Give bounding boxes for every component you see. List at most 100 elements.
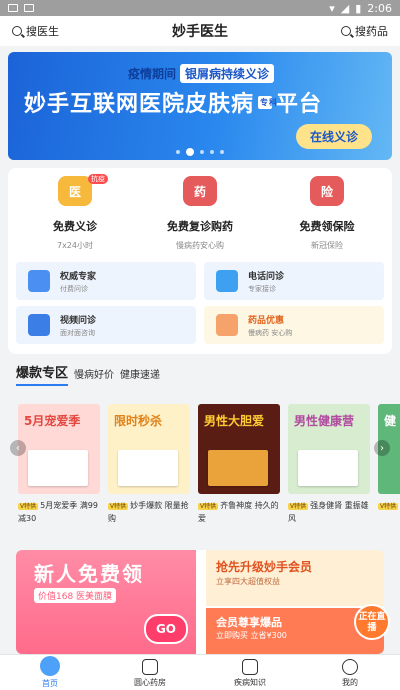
banner-pre: 疫情期间 (128, 67, 177, 81)
product-card[interactable]: 男性健康营 V特供 强身健肾 重振雄风 (288, 404, 370, 524)
product-image: 5月宠爱季 (18, 404, 100, 494)
search-medicine-button[interactable]: 搜药品 (341, 23, 388, 39)
product-card[interactable]: 健 V特供好价 (378, 404, 400, 524)
product-label: V特供 (288, 503, 309, 510)
product-image: 男性大胆爱 (198, 404, 280, 494)
product-caption: V特供好价 (378, 500, 400, 524)
product-label: V特供 (108, 503, 129, 510)
product-box (208, 450, 268, 486)
tile-video[interactable]: 视频问诊 面对面咨询 (16, 306, 196, 344)
product-card[interactable]: 5月宠爱季 V特供 5月宠爱季 满99减30 (18, 404, 100, 524)
service-free-consult[interactable]: 医 抗疫 免费义诊 7x24小时 (20, 174, 130, 251)
tab-label: 首页 (42, 679, 58, 688)
product-box (298, 450, 358, 486)
tab-label: 圆心药房 (134, 678, 166, 687)
search-icon (341, 26, 351, 36)
wifi-icon: ▾ (329, 1, 335, 15)
tile-sub: 慢病药 安心购 (248, 328, 293, 337)
doctor-icon (28, 270, 50, 292)
printer-icon (8, 4, 18, 12)
product-label: V特供 (378, 503, 399, 510)
banner-subtitle: 疫情期间 银屑病持续义诊 (128, 64, 275, 83)
product-label: V特供 (18, 503, 39, 510)
service-name: 免费复诊购药 (167, 220, 233, 233)
tab-health-news[interactable]: 健康速递 (120, 366, 160, 386)
tile-sub: 专家接诊 (248, 284, 276, 293)
product-box (118, 450, 178, 486)
product-image-text: 健 (384, 414, 397, 428)
carousel-dot[interactable] (176, 150, 180, 154)
tile-sub: 面对面咨询 (60, 328, 95, 337)
search-medicine-label: 搜药品 (355, 25, 388, 38)
product-caption: V特供 妙手爆款 限量抢购 (108, 500, 190, 524)
promo-price: 价值168 医美面膜 (34, 588, 117, 603)
tab-home[interactable]: 首页 (0, 655, 100, 690)
service-free-revisit[interactable]: 药 免费复诊购药 慢病药安心购 (145, 176, 255, 251)
promo-title: 新人免费领 (34, 562, 144, 586)
banner-suffix: 平台 (276, 92, 323, 117)
tab-profile[interactable]: 我的 (300, 655, 400, 690)
promo-title: 抢先升级妙手会员 (216, 560, 313, 574)
product-box (28, 450, 88, 486)
battery-icon: ▮ (355, 1, 362, 15)
chevron-right-icon[interactable]: › (374, 440, 390, 456)
promo-title: 会员尊享爆品 (216, 616, 282, 629)
document-icon (242, 659, 258, 675)
tile-phone[interactable]: 电话问诊 专家接诊 (204, 262, 384, 300)
tile-title: 药品优惠 (248, 315, 285, 326)
tab-label: 疾病知识 (234, 678, 266, 687)
tile-expert[interactable]: 权威专家 付费问诊 (16, 262, 196, 300)
product-image-text: 限时秒杀 (114, 414, 163, 428)
product-image-text: 男性大胆爱 (204, 414, 265, 428)
tile-title: 电话问诊 (248, 271, 285, 282)
tab-hot[interactable]: 爆款专区 (16, 362, 69, 386)
carousel-dot[interactable] (210, 150, 214, 154)
product-label: V特供 (198, 503, 219, 510)
user-icon (342, 659, 358, 675)
hero-banner[interactable]: 疫情期间 银屑病持续义诊 妙手互联网医院皮肤病 专科 平台 在线义诊 (8, 52, 392, 160)
tile-medicine-discount[interactable]: 药品优惠慢病药 安心购 (204, 306, 384, 344)
service-free-insurance[interactable]: 险 免费领保险 新冠保险 (272, 176, 382, 251)
product-image-text: 5月宠爱季 (24, 414, 81, 428)
tile-title: 权威专家 (60, 271, 97, 282)
service-icon-text: 药 (193, 184, 206, 199)
search-doctor-button[interactable]: 搜医生 (12, 23, 59, 39)
service-name: 免费领保险 (299, 220, 355, 233)
status-bar: ▾ ◢ ▮ 2:06 (0, 0, 400, 16)
service-name: 免费义诊 (53, 220, 97, 233)
tile-title: 视频问诊 (60, 315, 97, 326)
video-icon (28, 314, 50, 336)
search-icon (12, 26, 22, 36)
carousel-dot[interactable] (220, 150, 224, 154)
promo-sub: 立享四大超值权益 (216, 577, 280, 586)
service-icon-text: 险 (320, 184, 333, 199)
tab-pharmacy[interactable]: 圆心药房 (100, 655, 200, 690)
home-icon (40, 656, 60, 676)
medicine-icon (216, 314, 238, 336)
service-icon-text: 医 (68, 184, 81, 199)
member-upgrade-promo[interactable]: 抢先升级妙手会员 立享四大超值权益 (206, 550, 384, 606)
bottom-tab-bar: 首页 圆心药房 疾病知识 我的 (0, 654, 400, 690)
product-image: 男性健康营 (288, 404, 370, 494)
chevron-left-icon[interactable]: ‹ (10, 440, 26, 456)
service-sub: 7x24小时 (56, 241, 93, 250)
carousel-dot[interactable] (200, 150, 204, 154)
go-button[interactable]: GO (143, 614, 188, 644)
services-card: 医 抗疫 免费义诊 7x24小时 药 免费复诊购药 慢病药安心购 险 免费领保险… (8, 168, 392, 354)
online-consult-button[interactable]: 在线义诊 (295, 124, 372, 149)
clock: 2:06 (367, 1, 392, 15)
service-sub: 新冠保险 (311, 241, 343, 250)
carousel-dot-active[interactable] (186, 148, 194, 156)
product-caption: V特供 5月宠爱季 满99减30 (18, 500, 100, 524)
new-user-promo[interactable]: 新人免费领 价值168 医美面膜 GO (16, 550, 196, 654)
carousel-dots (176, 148, 224, 156)
product-card[interactable]: 男性大胆爱 V特供 齐鲁神度 持久的爱 (198, 404, 280, 524)
product-card[interactable]: 限时秒杀 V特供 妙手爆款 限量抢购 (108, 404, 190, 524)
tab-chronic[interactable]: 慢病好价 (74, 366, 114, 386)
live-stream-button[interactable]: 正在直播 (354, 604, 390, 640)
section-tabs: 爆款专区 慢病好价 健康速递 (16, 362, 160, 386)
tile-sub: 付费问诊 (60, 284, 88, 293)
tab-disease-knowledge[interactable]: 疾病知识 (200, 655, 300, 690)
top-header: 搜医生 妙手医生 搜药品 (0, 16, 400, 46)
medicine-icon: 药 (183, 176, 217, 206)
